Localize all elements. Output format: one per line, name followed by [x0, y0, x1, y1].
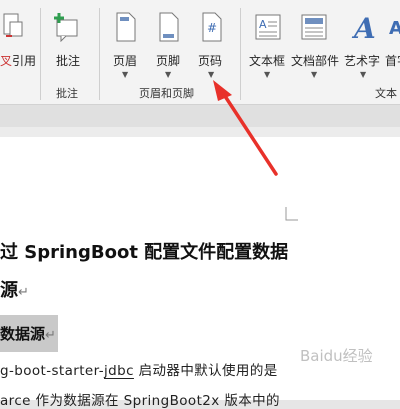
- watermark: Baidu经验: [300, 347, 373, 365]
- annotation-arrow: [213, 80, 278, 176]
